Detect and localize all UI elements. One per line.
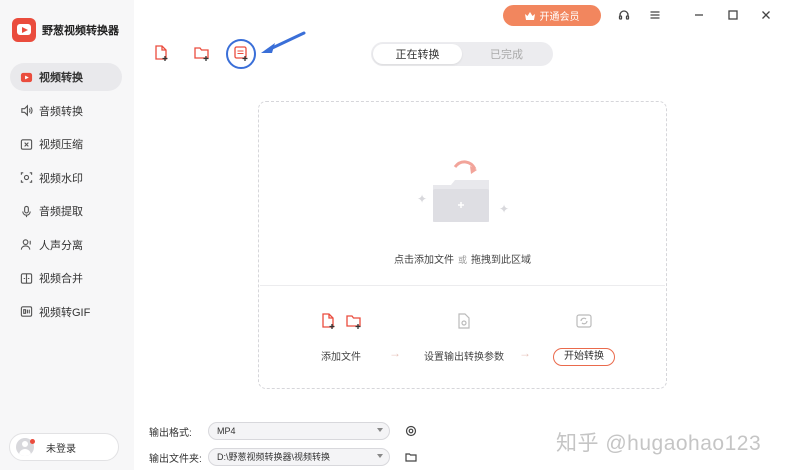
close-icon[interactable] <box>757 6 775 24</box>
sidebar-item-label: 音频转换 <box>39 105 83 118</box>
sidebar-item-audio-extract[interactable]: 音频提取 <box>10 197 122 225</box>
sidebar-item-audio-convert[interactable]: 音频转换 <box>10 97 122 125</box>
login-label: 未登录 <box>46 443 76 455</box>
sidebar-item-label: 视频水印 <box>39 172 83 185</box>
sparkle-icon: ✦ <box>417 192 428 206</box>
add-file-button[interactable] <box>151 43 171 63</box>
convert-icon <box>576 314 592 328</box>
chevron-down-icon <box>377 428 383 432</box>
sidebar-nav: 视频转换 音频转换 视频压缩 视频水印 音频提取 人声分离 视频合并 视频转GI… <box>10 63 122 331</box>
step-settings: 设置输出转换参数 <box>421 312 507 363</box>
output-folder-select[interactable]: D:\野葱视频转换器\视频转换 <box>208 448 390 466</box>
sidebar-item-video-to-gif[interactable]: 视频转GIF <box>10 298 122 326</box>
video-compress-icon <box>20 138 33 151</box>
video-merge-icon <box>20 272 33 285</box>
notification-dot <box>30 439 35 444</box>
add-folder-icon <box>346 315 361 329</box>
output-folder-value: D:\野葱视频转换器\视频转换 <box>217 452 331 462</box>
sparkle-icon: ✦ <box>499 202 510 216</box>
annotation-arrow-icon <box>261 31 306 53</box>
step-arrow-icon: → <box>389 346 401 360</box>
divider <box>260 285 665 286</box>
settings-file-icon <box>458 313 470 329</box>
add-folder-icon <box>194 47 209 61</box>
step-start: 开始转换 <box>549 312 619 366</box>
drop-hint-or: 或 <box>457 255 467 265</box>
step-add-file: 添加文件 <box>311 312 371 363</box>
output-format-label: 输出格式: <box>149 428 192 439</box>
video-to-gif-icon <box>20 305 33 318</box>
output-format-select[interactable]: MP4 <box>208 422 390 440</box>
maximize-icon[interactable] <box>724 6 742 24</box>
app-logo: 野葱视频转换器 <box>12 18 119 42</box>
sidebar-item-label: 视频转GIF <box>39 306 91 319</box>
headset-icon[interactable] <box>615 6 633 24</box>
sidebar: 野葱视频转换器 视频转换 音频转换 视频压缩 视频水印 音频提取 人声分离 视频… <box>0 0 134 470</box>
sidebar-item-label: 人声分离 <box>39 239 83 252</box>
open-folder-icon[interactable] <box>404 450 418 464</box>
sidebar-item-label: 视频压缩 <box>39 139 83 151</box>
status-tabs: 正在转换 已完成 <box>371 42 553 66</box>
crown-icon <box>524 11 535 20</box>
add-file-icon <box>155 45 168 61</box>
watermark: 知乎 @hugaohao123 <box>556 432 762 455</box>
tab-converting[interactable]: 正在转换 <box>373 44 462 64</box>
vocal-separate-icon <box>20 238 33 251</box>
tab-completed[interactable]: 已完成 <box>462 44 551 64</box>
vip-button[interactable]: 开通会员 <box>503 5 601 26</box>
sidebar-item-vocal-separate[interactable]: 人声分离 <box>10 231 122 259</box>
login-button[interactable]: 未登录 <box>9 433 119 461</box>
step-arrow-icon: → <box>519 346 531 360</box>
video-convert-icon <box>20 71 33 84</box>
format-settings-icon[interactable] <box>404 424 418 438</box>
sidebar-item-video-convert[interactable]: 视频转换 <box>10 63 122 91</box>
chevron-down-icon <box>377 454 383 458</box>
start-convert-button[interactable]: 开始转换 <box>553 348 615 366</box>
minimize-icon[interactable] <box>690 6 708 24</box>
sidebar-item-label: 音频提取 <box>39 206 83 218</box>
vip-label: 开通会员 <box>539 12 580 23</box>
sidebar-item-video-watermark[interactable]: 视频水印 <box>10 164 122 192</box>
sidebar-item-label: 视频转换 <box>39 72 83 84</box>
sidebar-item-label: 视频合并 <box>39 273 83 285</box>
audio-extract-icon <box>20 205 33 218</box>
output-folder-label: 输出文件夹: <box>149 454 202 465</box>
step-label: 设置输出转换参数 <box>424 352 504 363</box>
video-watermark-icon <box>20 171 33 184</box>
step-label: 添加文件 <box>321 352 361 363</box>
app-logo-icon <box>12 18 36 42</box>
app-name: 野葱视频转换器 <box>42 25 119 37</box>
add-file-icon <box>322 313 335 329</box>
sidebar-item-video-compress[interactable]: 视频压缩 <box>10 130 122 158</box>
highlight-circle <box>226 39 256 69</box>
drop-hint-drag: 拖拽到此区域 <box>471 255 531 266</box>
audio-convert-icon <box>20 104 33 117</box>
add-folder-illustration-icon <box>433 160 489 222</box>
add-folder-button[interactable] <box>192 43 212 63</box>
output-format-value: MP4 <box>217 426 236 436</box>
drop-hint: 点击添加文件或拖拽到此区域 <box>259 251 666 266</box>
sidebar-item-video-merge[interactable]: 视频合并 <box>10 264 122 292</box>
menu-icon[interactable] <box>646 6 664 24</box>
drop-hint-click: 点击添加文件 <box>393 255 454 266</box>
drop-zone[interactable]: ✦ ✦ 点击添加文件或拖拽到此区域 添加文件 → 设置输出转换参数 → 开始转换 <box>258 101 667 389</box>
